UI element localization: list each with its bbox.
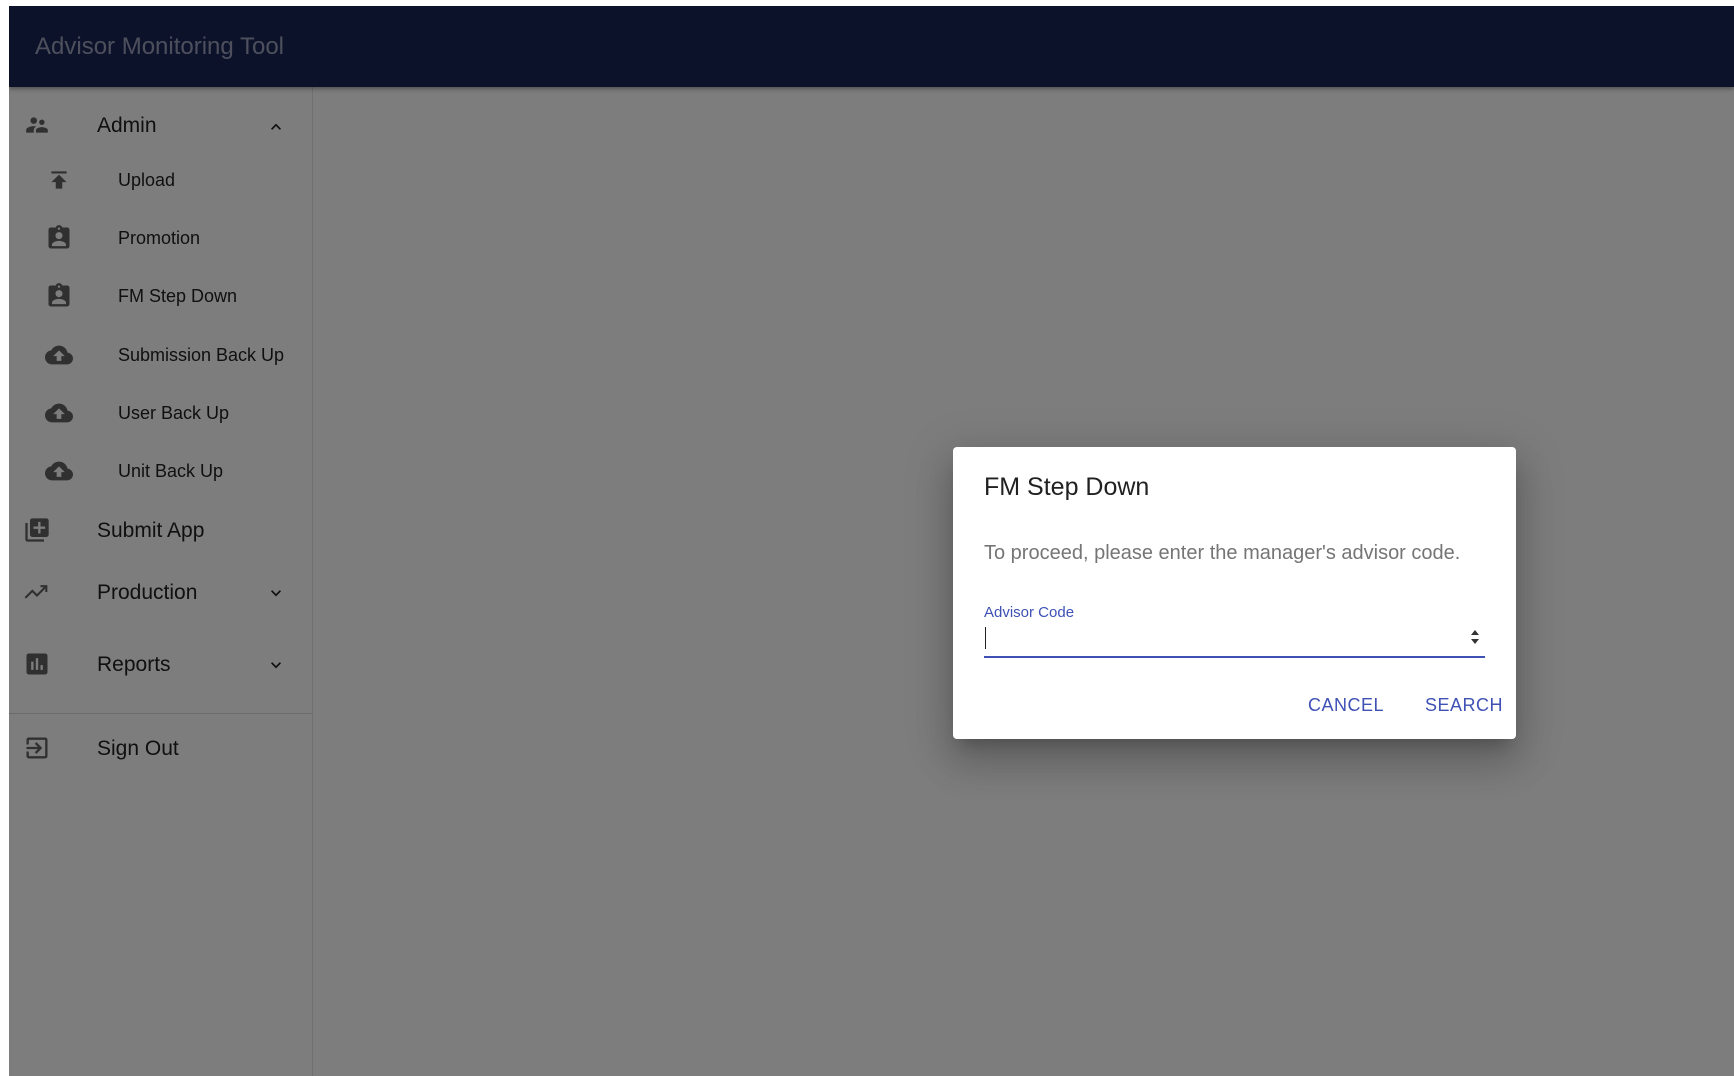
cancel-button[interactable]: Cancel — [1308, 695, 1384, 716]
dialog-message: To proceed, please enter the manager's a… — [984, 542, 1461, 564]
fm-step-down-dialog: FM Step Down To proceed, please enter th… — [953, 447, 1516, 739]
number-spinner-icon[interactable] — [1465, 625, 1485, 649]
advisor-code-field — [984, 622, 1485, 658]
advisor-code-label: Advisor Code — [984, 604, 1075, 621]
dialog-title: FM Step Down — [984, 473, 1150, 501]
advisor-code-input[interactable] — [984, 624, 1444, 652]
text-caret — [985, 627, 986, 649]
search-button[interactable]: Search — [1425, 695, 1503, 716]
